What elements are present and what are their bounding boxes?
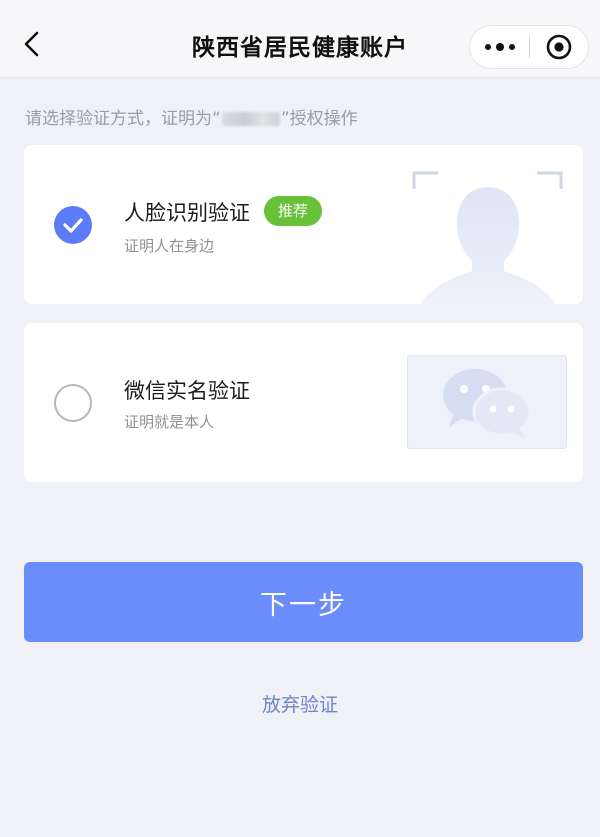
face-portrait-icon: [412, 171, 563, 304]
more-dots-icon: [484, 44, 491, 50]
option-subtitle: 证明就是本人: [124, 413, 215, 431]
radio-checked[interactable]: [54, 206, 92, 244]
navigation-bar: 陕西省居民健康账户: [0, 0, 600, 78]
check-icon: [63, 218, 83, 233]
wechat-bubbles-icon: [443, 369, 532, 438]
option-wechat-verification[interactable]: 微信实名验证 证明就是本人: [24, 323, 583, 482]
hint-prefix: 请选择验证方式，证明为“: [25, 109, 221, 129]
mini-program-capsule: [469, 25, 589, 69]
more-button[interactable]: [470, 26, 529, 68]
option-title: 人脸识别验证: [124, 201, 250, 225]
radio-unchecked[interactable]: [54, 384, 92, 422]
close-button[interactable]: [530, 26, 588, 68]
verification-hint: 请选择验证方式，证明为“ ”授权操作: [25, 104, 358, 129]
option-face-verification[interactable]: 人脸识别验证 推荐 证明人在身边: [24, 145, 583, 304]
record-target-icon: [546, 34, 572, 60]
hint-suffix: ”授权操作: [280, 109, 358, 129]
abandon-verification-link[interactable]: 放弃验证: [0, 690, 600, 717]
next-step-button[interactable]: 下一步: [24, 562, 583, 642]
option-title: 微信实名验证: [124, 379, 250, 403]
recommend-badge: 推荐: [264, 196, 323, 226]
option-subtitle: 证明人在身边: [124, 237, 215, 255]
masked-username: [221, 112, 280, 126]
wechat-illustration: [407, 355, 567, 449]
